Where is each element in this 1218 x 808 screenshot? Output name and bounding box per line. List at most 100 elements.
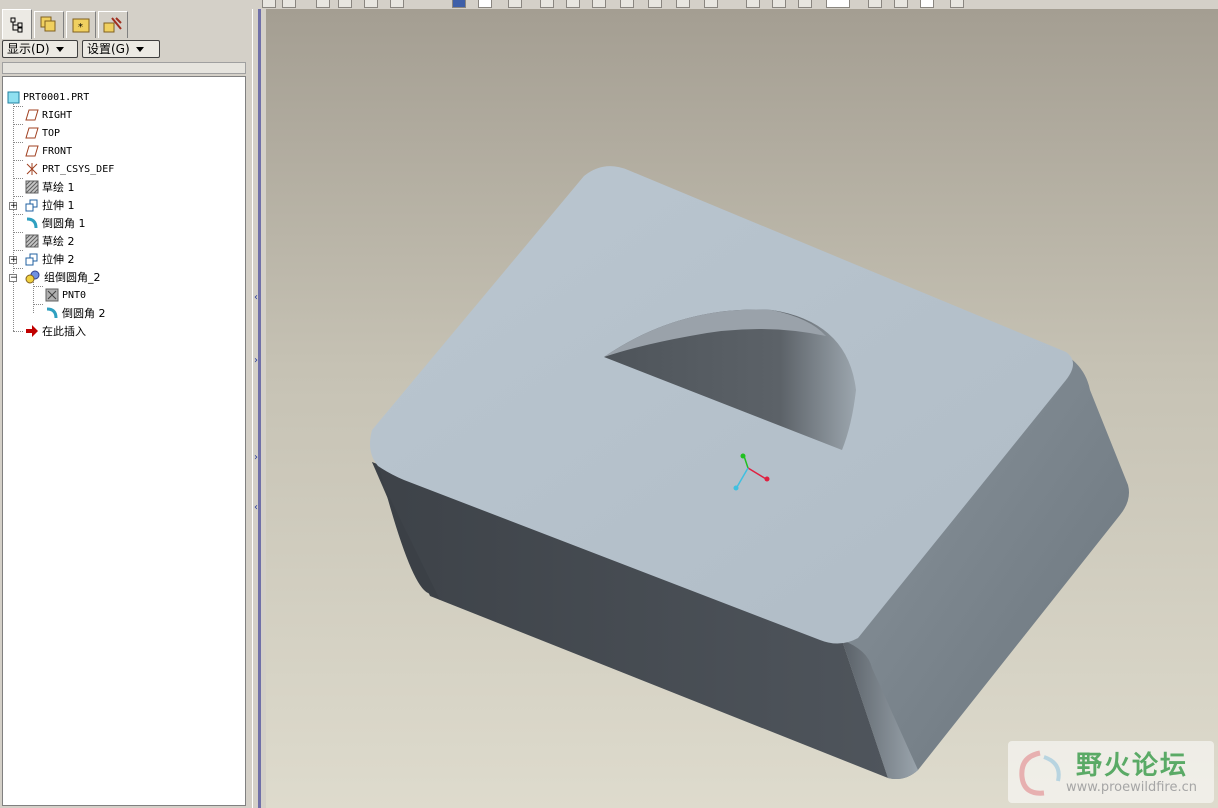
- watermark-title: 野火论坛: [1076, 751, 1189, 781]
- settings-menu-label: 设置(G): [87, 41, 130, 56]
- toolbar-button[interactable]: [704, 0, 718, 8]
- tree-connector: [13, 232, 23, 233]
- expand-toggle[interactable]: +: [9, 202, 18, 211]
- display-menu-label: 显示(D): [7, 41, 50, 56]
- tree-item-sketch-1[interactable]: 草绘 1: [25, 179, 75, 195]
- tree-item-label: 倒圆角 2: [62, 307, 106, 320]
- tree-item-label: PNT0: [62, 289, 87, 301]
- model-tree-icon: [10, 17, 23, 32]
- part-icon: [7, 91, 20, 103]
- tree-item-root[interactable]: PRT0001.PRT: [7, 89, 89, 105]
- tree-connector: [13, 214, 23, 215]
- csys-icon: [26, 163, 38, 175]
- toolbar-button[interactable]: [338, 0, 352, 8]
- collapse-toggle[interactable]: −: [9, 274, 18, 283]
- tab-model-tree[interactable]: [2, 9, 32, 39]
- tree-item-label: RIGHT: [42, 109, 73, 121]
- expand-toggle[interactable]: +: [9, 256, 18, 265]
- tree-item-round-1[interactable]: 倒圆角 1: [25, 215, 86, 231]
- tree-connector: [13, 268, 23, 269]
- tab-favorites[interactable]: [98, 11, 128, 38]
- toolbar-button[interactable]: [478, 0, 492, 8]
- tree-item-label: 倒圆角 1: [42, 217, 86, 230]
- toolbar-button[interactable]: [620, 0, 634, 8]
- toolbar-button[interactable]: [364, 0, 378, 8]
- tree-item-top[interactable]: TOP: [25, 125, 60, 141]
- tree-connector: [33, 304, 43, 305]
- graphics-viewport[interactable]: [266, 9, 1218, 808]
- insert-here-arrow-icon: [26, 325, 38, 337]
- toolbar-button[interactable]: [508, 0, 522, 8]
- tree-connector: [33, 286, 43, 287]
- panel-splitter-bar[interactable]: [258, 9, 261, 808]
- datum-point-icon: [45, 288, 59, 302]
- tools-icon: [103, 17, 122, 33]
- toolbar-button[interactable]: [592, 0, 606, 8]
- toolbar-button[interactable]: [798, 0, 812, 8]
- toolbar-button[interactable]: [648, 0, 662, 8]
- svg-text:*: *: [78, 22, 83, 33]
- settings-menu-button[interactable]: 设置(G): [82, 40, 160, 58]
- collapse-left-icon[interactable]: ‹: [254, 292, 262, 304]
- tree-item-label: 拉伸 1: [42, 199, 75, 212]
- folder-icon: *: [72, 18, 90, 33]
- toolbar-button[interactable]: [540, 0, 554, 8]
- tree-item-right[interactable]: RIGHT: [25, 107, 72, 123]
- tree-item-round-2[interactable]: 倒圆角 2: [45, 305, 106, 321]
- sketch-icon: [25, 180, 39, 194]
- toolbar-button[interactable]: [676, 0, 690, 8]
- tree-item-label: 拉伸 2: [42, 253, 75, 266]
- tree-connector: [13, 106, 23, 107]
- toolbar-button[interactable]: [452, 0, 466, 8]
- tab-folder-browser[interactable]: *: [66, 11, 96, 38]
- chevron-down-icon: [55, 46, 64, 52]
- toolbar-button[interactable]: [920, 0, 934, 8]
- watermark-url: www.proewildfire.cn: [1066, 780, 1197, 795]
- toolbar-button[interactable]: [772, 0, 786, 8]
- toolbar-button[interactable]: [316, 0, 330, 8]
- display-menu-button[interactable]: 显示(D): [2, 40, 78, 58]
- sketch-icon: [25, 234, 39, 248]
- datum-plane-icon: [25, 145, 39, 157]
- tree-item-label: FRONT: [42, 145, 73, 157]
- toolbar-button[interactable]: [868, 0, 882, 8]
- round-icon: [46, 307, 58, 319]
- part-model-3d[interactable]: [266, 9, 1218, 808]
- toolbar-button[interactable]: [826, 0, 850, 8]
- tree-item-label: 草绘 2: [42, 235, 75, 248]
- toolbar-button[interactable]: [746, 0, 760, 8]
- tree-item-extrude-2[interactable]: 拉伸 2: [25, 251, 75, 267]
- tree-connector: [13, 178, 23, 179]
- expand-right-icon[interactable]: ›: [254, 355, 262, 367]
- tree-item-insert-here[interactable]: 在此插入: [25, 323, 86, 339]
- tree-connector: [13, 142, 23, 143]
- toolbar-button[interactable]: [282, 0, 296, 8]
- tree-connector: [13, 250, 23, 251]
- tree-connector: [13, 124, 23, 125]
- layers-icon: [40, 16, 56, 32]
- datum-plane-icon: [25, 127, 39, 139]
- toolbar-button[interactable]: [894, 0, 908, 8]
- tree-item-sketch-2[interactable]: 草绘 2: [25, 233, 75, 249]
- datum-plane-icon: [25, 109, 39, 121]
- tree-connector: [13, 331, 23, 332]
- toolbar-button[interactable]: [950, 0, 964, 8]
- chevron-down-icon: [135, 46, 144, 52]
- collapse-left-icon[interactable]: ‹: [254, 502, 262, 514]
- expand-right-icon[interactable]: ›: [254, 452, 262, 464]
- toolbar-button[interactable]: [390, 0, 404, 8]
- tree-item-csys[interactable]: PRT_CSYS_DEF: [25, 161, 114, 177]
- tree-item-group-round-2[interactable]: 组倒圆角_2: [25, 269, 101, 285]
- toolbar-button[interactable]: [262, 0, 276, 8]
- extrude-icon: [25, 253, 38, 266]
- tree-item-extrude-1[interactable]: 拉伸 1: [25, 197, 75, 213]
- tree-item-label: 草绘 1: [42, 181, 75, 194]
- navigator-tabs: *: [0, 9, 252, 39]
- model-tree: + + − PRT0001.PRT RIGHT TOP FRONT PRT_CS…: [2, 76, 246, 806]
- tab-layers[interactable]: [34, 11, 64, 38]
- tree-item-label: PRT0001.PRT: [23, 91, 90, 103]
- tree-item-pnt0[interactable]: PNT0: [45, 287, 86, 303]
- tree-connector: [13, 94, 14, 331]
- toolbar-button[interactable]: [566, 0, 580, 8]
- tree-item-front[interactable]: FRONT: [25, 143, 72, 159]
